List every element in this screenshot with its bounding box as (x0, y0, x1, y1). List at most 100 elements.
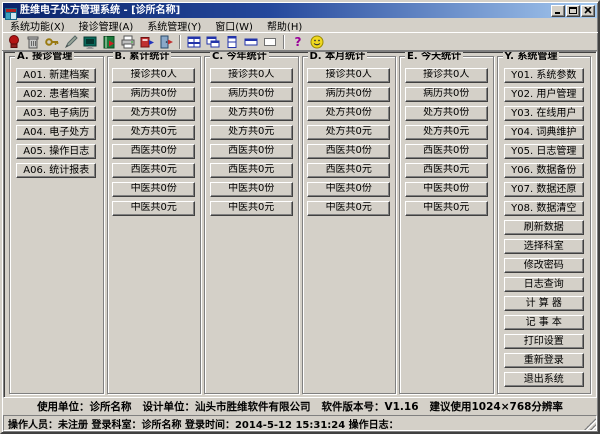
resize-grip[interactable] (584, 418, 596, 430)
menu-help[interactable]: 帮助(H) (260, 17, 309, 34)
menubar: 系统功能(X) 接诊管理(A) 系统管理(Y) 窗口(W) 帮助(H) (2, 17, 598, 34)
panel-system-management: Y. 系统管理 Y01. 系统参数 Y02. 用户管理 Y03. 在线用户 Y0… (496, 52, 591, 394)
button-electronic-prescription[interactable]: A04. 电子处方 (16, 125, 97, 140)
stat-chinese-amount: 中医共0元 (307, 201, 391, 216)
stat-prescription-count: 处方共0份 (209, 106, 293, 121)
panel-reception-management: A. 接诊管理 A01. 新建档案 A02. 患者档案 A03. 电子病历 A0… (9, 52, 104, 394)
button-data-restore[interactable]: Y07. 数据还原 (503, 182, 584, 197)
button-operation-log[interactable]: A05. 操作日志 (16, 144, 97, 159)
button-exit-system[interactable]: 退出系统 (503, 372, 584, 387)
panel-title: A. 接诊管理 (15, 51, 75, 62)
stat-western-amount: 西医共0元 (404, 163, 488, 178)
button-new-record[interactable]: A01. 新建档案 (16, 68, 97, 83)
split-horizontal-icon[interactable] (242, 34, 260, 50)
stat-western-count: 西医共0份 (209, 144, 293, 159)
button-statistical-report[interactable]: A06. 统计报表 (16, 163, 97, 178)
stat-prescription-count: 处方共0份 (307, 106, 391, 121)
panel-title: D. 本月统计 (307, 51, 368, 62)
edit-icon[interactable] (62, 34, 80, 50)
button-user-management[interactable]: Y02. 用户管理 (503, 87, 584, 102)
stat-records: 病历共0份 (307, 87, 391, 102)
stat-western-count: 西医共0份 (404, 144, 488, 159)
stat-western-amount: 西医共0元 (307, 163, 391, 178)
toolbar-separator (283, 34, 285, 49)
stat-records: 病历共0份 (112, 87, 196, 102)
plain-window-icon[interactable] (261, 34, 279, 50)
panel-this-month-stats: D. 本月统计 接诊共0人 病历共0份 处方共0份 处方共0元 西医共0份 西医… (301, 52, 396, 394)
stat-western-amount: 西医共0元 (112, 163, 196, 178)
mdi-client-area: A. 接诊管理 A01. 新建档案 A02. 患者档案 A03. 电子病历 A0… (3, 51, 597, 398)
seal-icon[interactable] (5, 34, 23, 50)
button-data-backup[interactable]: Y06. 数据备份 (503, 163, 584, 178)
button-system-parameters[interactable]: Y01. 系统参数 (503, 68, 584, 83)
panel-title: B. 累计统计 (112, 51, 172, 62)
button-patient-records[interactable]: A02. 患者档案 (16, 87, 97, 102)
panel-title: Y. 系统管理 (502, 51, 560, 62)
button-data-clear[interactable]: Y08. 数据清空 (503, 201, 584, 216)
stat-prescription-count: 处方共0份 (112, 106, 196, 121)
stat-chinese-count: 中医共0份 (307, 182, 391, 197)
stat-visits: 接诊共0人 (209, 68, 293, 83)
stat-visits: 接诊共0人 (307, 68, 391, 83)
data-book-icon[interactable] (100, 34, 118, 50)
stat-western-count: 西医共0份 (307, 144, 391, 159)
panel-today-stats: E. 今天统计 接诊共0人 病历共0份 处方共0份 处方共0元 西医共0份 西医… (399, 52, 494, 394)
panel-title: C. 今年统计 (210, 51, 269, 62)
monitor-icon[interactable] (81, 34, 99, 50)
smiley-icon[interactable] (308, 34, 326, 50)
minimize-button[interactable] (551, 4, 565, 17)
button-log-query[interactable]: 日志查询 (503, 277, 584, 292)
stat-records: 病历共0份 (209, 87, 293, 102)
close-button[interactable] (581, 4, 595, 17)
stat-chinese-amount: 中医共0元 (209, 201, 293, 216)
help-icon[interactable]: ? (289, 34, 307, 50)
menu-system-management[interactable]: 系统管理(Y) (140, 17, 208, 34)
button-relogin[interactable]: 重新登录 (503, 353, 584, 368)
button-refresh-data[interactable]: 刷新数据 (503, 220, 584, 235)
app-window: 胜维电子处方管理系统 - [诊所名称] 系统功能(X) 接诊管理(A) 系统管理… (0, 0, 600, 434)
split-vertical-icon[interactable] (223, 34, 241, 50)
printer-icon[interactable] (119, 34, 137, 50)
stat-prescription-amount: 处方共0元 (404, 125, 488, 140)
stat-chinese-count: 中医共0份 (404, 182, 488, 197)
toolbar-separator (179, 34, 181, 49)
button-print-settings[interactable]: 打印设置 (503, 334, 584, 349)
menu-reception[interactable]: 接诊管理(A) (72, 17, 141, 34)
button-online-users[interactable]: Y03. 在线用户 (503, 106, 584, 121)
button-dictionary-maintenance[interactable]: Y04. 词典维护 (503, 125, 584, 140)
button-log-management[interactable]: Y05. 日志管理 (503, 144, 584, 159)
statusbar: 操作人员：未注册 登录科室：诊所名称 登录时间：2014-5-12 15:31:… (3, 415, 597, 431)
stat-records: 病历共0份 (404, 87, 488, 102)
panel-this-year-stats: C. 今年统计 接诊共0人 病历共0份 处方共0份 处方共0元 西医共0份 西医… (204, 52, 299, 394)
panel-title: E. 今天统计 (405, 51, 464, 62)
button-select-department[interactable]: 选择科室 (503, 239, 584, 254)
stat-prescription-count: 处方共0份 (404, 106, 488, 121)
button-calculator[interactable]: 计 算 器 (503, 296, 584, 311)
toolbar: ? (2, 32, 598, 51)
export-icon[interactable] (138, 34, 156, 50)
stat-western-amount: 西医共0元 (209, 163, 293, 178)
stat-chinese-count: 中医共0份 (209, 182, 293, 197)
stat-prescription-amount: 处方共0元 (112, 125, 196, 140)
stat-prescription-amount: 处方共0元 (307, 125, 391, 140)
stat-chinese-amount: 中医共0元 (112, 201, 196, 216)
button-change-password[interactable]: 修改密码 (503, 258, 584, 273)
stat-chinese-amount: 中医共0元 (404, 201, 488, 216)
trash-icon[interactable] (24, 34, 42, 50)
statusbar-text: 操作人员：未注册 登录科室：诊所名称 登录时间：2014-5-12 15:31:… (8, 419, 399, 431)
maximize-button[interactable] (566, 4, 580, 17)
app-icon (5, 5, 17, 20)
stat-chinese-count: 中医共0份 (112, 182, 196, 197)
stat-visits: 接诊共0人 (112, 68, 196, 83)
exit-door-icon[interactable] (157, 34, 175, 50)
stat-prescription-amount: 处方共0元 (209, 125, 293, 140)
footer-info: 使用单位：诊所名称 设计单位：汕头市胜维软件有限公司 软件版本号：V1.16 建… (37, 401, 563, 413)
menu-system-functions[interactable]: 系统功能(X) (3, 17, 72, 34)
button-electronic-medical-record[interactable]: A03. 电子病历 (16, 106, 97, 121)
button-notepad[interactable]: 记 事 本 (503, 315, 584, 330)
tile-windows-icon[interactable] (185, 34, 203, 50)
cascade-windows-icon[interactable] (204, 34, 222, 50)
key-icon[interactable] (43, 34, 61, 50)
stat-western-count: 西医共0份 (112, 144, 196, 159)
menu-window[interactable]: 窗口(W) (208, 17, 260, 34)
